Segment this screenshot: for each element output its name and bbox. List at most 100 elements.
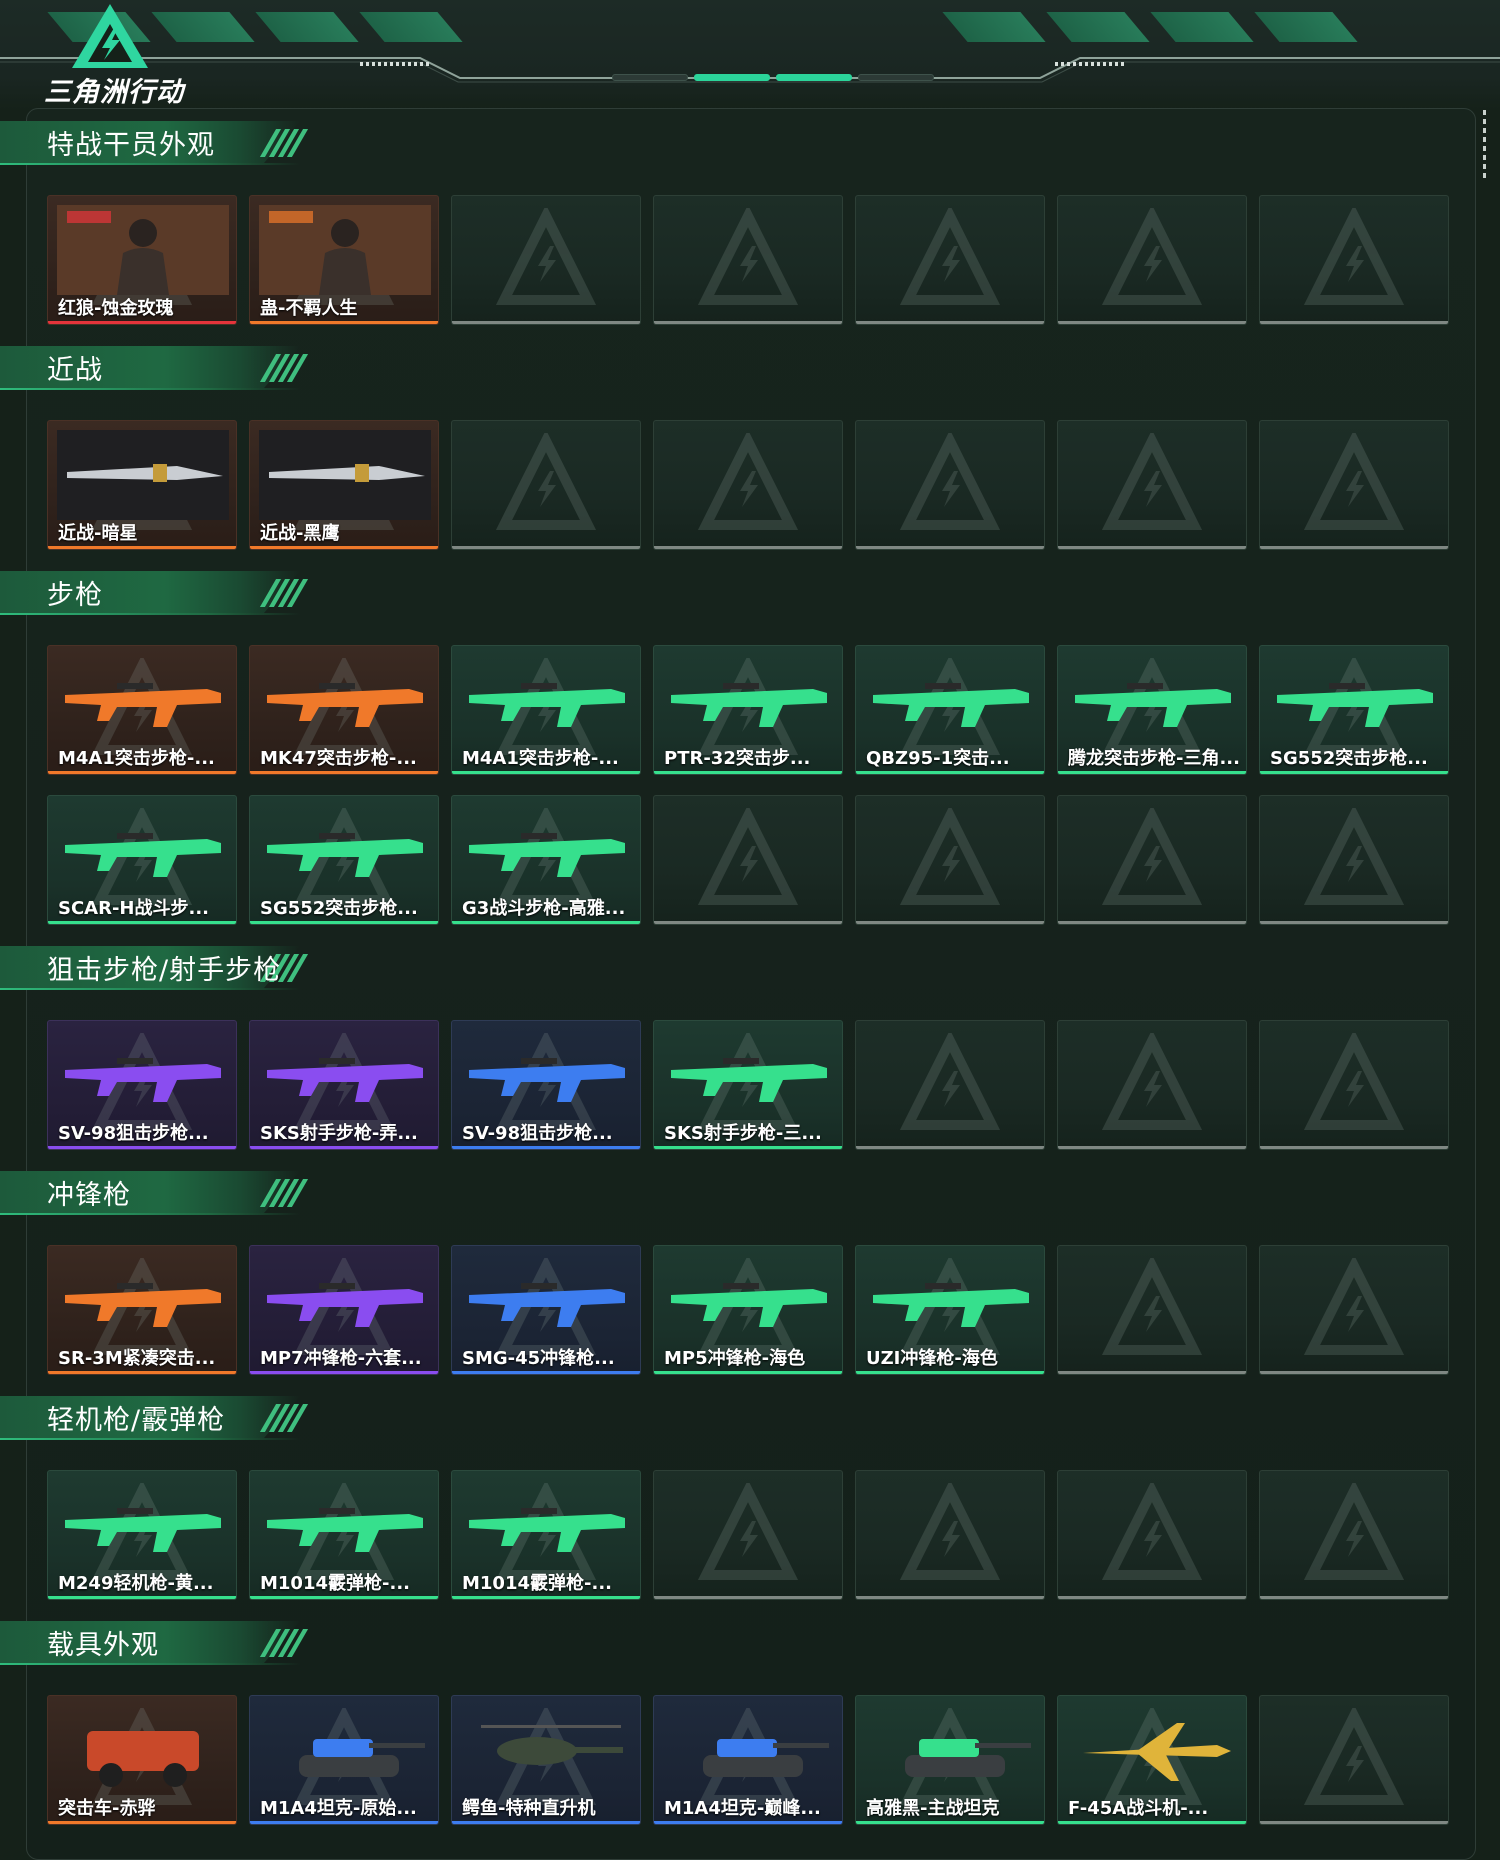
rarity-bar (1058, 771, 1246, 774)
rarity-bar (1260, 1596, 1448, 1599)
placeholder-logo-icon (496, 208, 596, 305)
rarity-bar (48, 546, 236, 549)
rarity-bar (856, 771, 1044, 774)
empty-slot (451, 420, 641, 550)
rarity-bar (48, 771, 236, 774)
rarity-bar (1260, 771, 1448, 774)
scrollbar[interactable] (1483, 110, 1486, 180)
empty-slot (855, 420, 1045, 550)
item-card[interactable]: M1014霰弹枪-... (249, 1470, 439, 1600)
section-header: 近战 (0, 340, 340, 394)
item-name: SG552突击步枪... (260, 898, 418, 919)
item-name: M4A1突击步枪-... (58, 748, 215, 769)
empty-slot (1259, 420, 1449, 550)
placeholder-logo-icon (698, 433, 798, 530)
rarity-bar (1058, 321, 1246, 324)
lmg-icon (65, 1508, 221, 1552)
empty-slot (855, 1020, 1045, 1150)
item-name: M4A1突击步枪-... (462, 748, 619, 769)
item-card[interactable]: 腾龙突击步枪-三角... (1057, 645, 1247, 775)
item-card[interactable]: M1014霰弹枪-... (451, 1470, 641, 1600)
rarity-bar (1260, 921, 1448, 924)
section-header: 特战干员外观 (0, 115, 340, 169)
placeholder-logo-icon (698, 808, 798, 905)
knife-icon (57, 430, 229, 520)
item-card[interactable]: SR-3M紧凑突击... (47, 1245, 237, 1375)
placeholder-logo-icon (900, 808, 1000, 905)
helicopter-icon (481, 1725, 623, 1765)
item-card[interactable]: M1A4坦克-巅峰... (653, 1695, 843, 1825)
empty-slot (1057, 420, 1247, 550)
shotgun-icon (469, 1508, 625, 1552)
item-name: QBZ95-1突击... (866, 748, 1010, 769)
item-name: 突击车-赤骅 (58, 1798, 156, 1819)
placeholder-logo-icon (1304, 1033, 1404, 1130)
item-card[interactable]: 近战-黑鹰 (249, 420, 439, 550)
page-dot-active[interactable] (694, 74, 770, 81)
smg-icon (873, 1283, 1029, 1327)
section-header-underline (0, 1438, 300, 1440)
rarity-bar (452, 771, 640, 774)
item-card[interactable]: 鳄鱼-特种直升机 (451, 1695, 641, 1825)
item-card[interactable]: M4A1突击步枪-... (451, 645, 641, 775)
item-card[interactable]: MK47突击步枪-... (249, 645, 439, 775)
section-title: 冲锋枪 (47, 1180, 131, 1211)
item-card[interactable]: 突击车-赤骅 (47, 1695, 237, 1825)
rarity-bar (654, 1596, 842, 1599)
tank-icon (299, 1739, 425, 1777)
knife-icon (259, 430, 431, 520)
item-grid: SR-3M紧凑突击... MP7冲锋枪-六套... SMG-45冲锋枪... MP5冲… (47, 1245, 1449, 1375)
item-card[interactable]: M1A4坦克-原始... (249, 1695, 439, 1825)
item-card[interactable]: 蛊-不羁人生 (249, 195, 439, 325)
rarity-bar (452, 321, 640, 324)
rarity-bar (856, 1146, 1044, 1149)
rarity-bar (856, 321, 1044, 324)
vehicle-icon (87, 1731, 199, 1787)
item-card[interactable]: SV-98狙击步枪... (47, 1020, 237, 1150)
section-title: 步枪 (47, 580, 103, 611)
page-dot[interactable] (858, 74, 934, 81)
item-card[interactable]: UZI冲锋枪-海色 (855, 1245, 1045, 1375)
placeholder-logo-icon (1102, 808, 1202, 905)
item-card[interactable]: SV-98狙击步枪... (451, 1020, 641, 1150)
section-header-band (0, 346, 300, 388)
item-name: SV-98狙击步枪... (462, 1123, 613, 1144)
page-dot[interactable] (612, 74, 688, 81)
item-name: SG552突击步枪... (1270, 748, 1428, 769)
item-card[interactable]: 红狼-蚀金玫瑰 (47, 195, 237, 325)
item-card[interactable]: SG552突击步枪... (1259, 645, 1449, 775)
item-card[interactable]: G3战斗步枪-高雅... (451, 795, 641, 925)
empty-slot (653, 795, 843, 925)
item-card[interactable]: MP5冲锋枪-海色 (653, 1245, 843, 1375)
placeholder-logo-icon (1304, 1708, 1404, 1805)
rarity-bar (1260, 1371, 1448, 1374)
page-dot-active[interactable] (776, 74, 852, 81)
rarity-bar (250, 1596, 438, 1599)
item-card[interactable]: SKS射手步枪-弄... (249, 1020, 439, 1150)
item-card[interactable]: QBZ95-1突击... (855, 645, 1045, 775)
item-card[interactable]: MP7冲锋枪-六套... (249, 1245, 439, 1375)
placeholder-logo-icon (1102, 1258, 1202, 1355)
rarity-bar (48, 1596, 236, 1599)
rarity-bar (250, 1146, 438, 1149)
item-card[interactable]: F-45A战斗机-... (1057, 1695, 1247, 1825)
item-card[interactable]: M4A1突击步枪-... (47, 645, 237, 775)
empty-slot (1057, 795, 1247, 925)
banner-frame-line (0, 57, 1500, 83)
rifle-icon (267, 833, 423, 877)
item-card[interactable]: M249轻机枪-黄... (47, 1470, 237, 1600)
rarity-bar (452, 1146, 640, 1149)
item-card[interactable]: SG552突击步枪... (249, 795, 439, 925)
jet-icon (1083, 1723, 1231, 1781)
item-name: M1014霰弹枪-... (260, 1573, 410, 1594)
item-card[interactable]: 近战-暗星 (47, 420, 237, 550)
item-card[interactable]: PTR-32突击步... (653, 645, 843, 775)
rarity-bar (1058, 546, 1246, 549)
item-card[interactable]: SKS射手步枪-三... (653, 1020, 843, 1150)
empty-slot (855, 1470, 1045, 1600)
item-card[interactable]: SCAR-H战斗步... (47, 795, 237, 925)
item-card[interactable]: 高雅黑-主战坦克 (855, 1695, 1045, 1825)
section-title: 特战干员外观 (47, 130, 215, 161)
placeholder-logo-icon (900, 1483, 1000, 1580)
item-card[interactable]: SMG-45冲锋枪... (451, 1245, 641, 1375)
